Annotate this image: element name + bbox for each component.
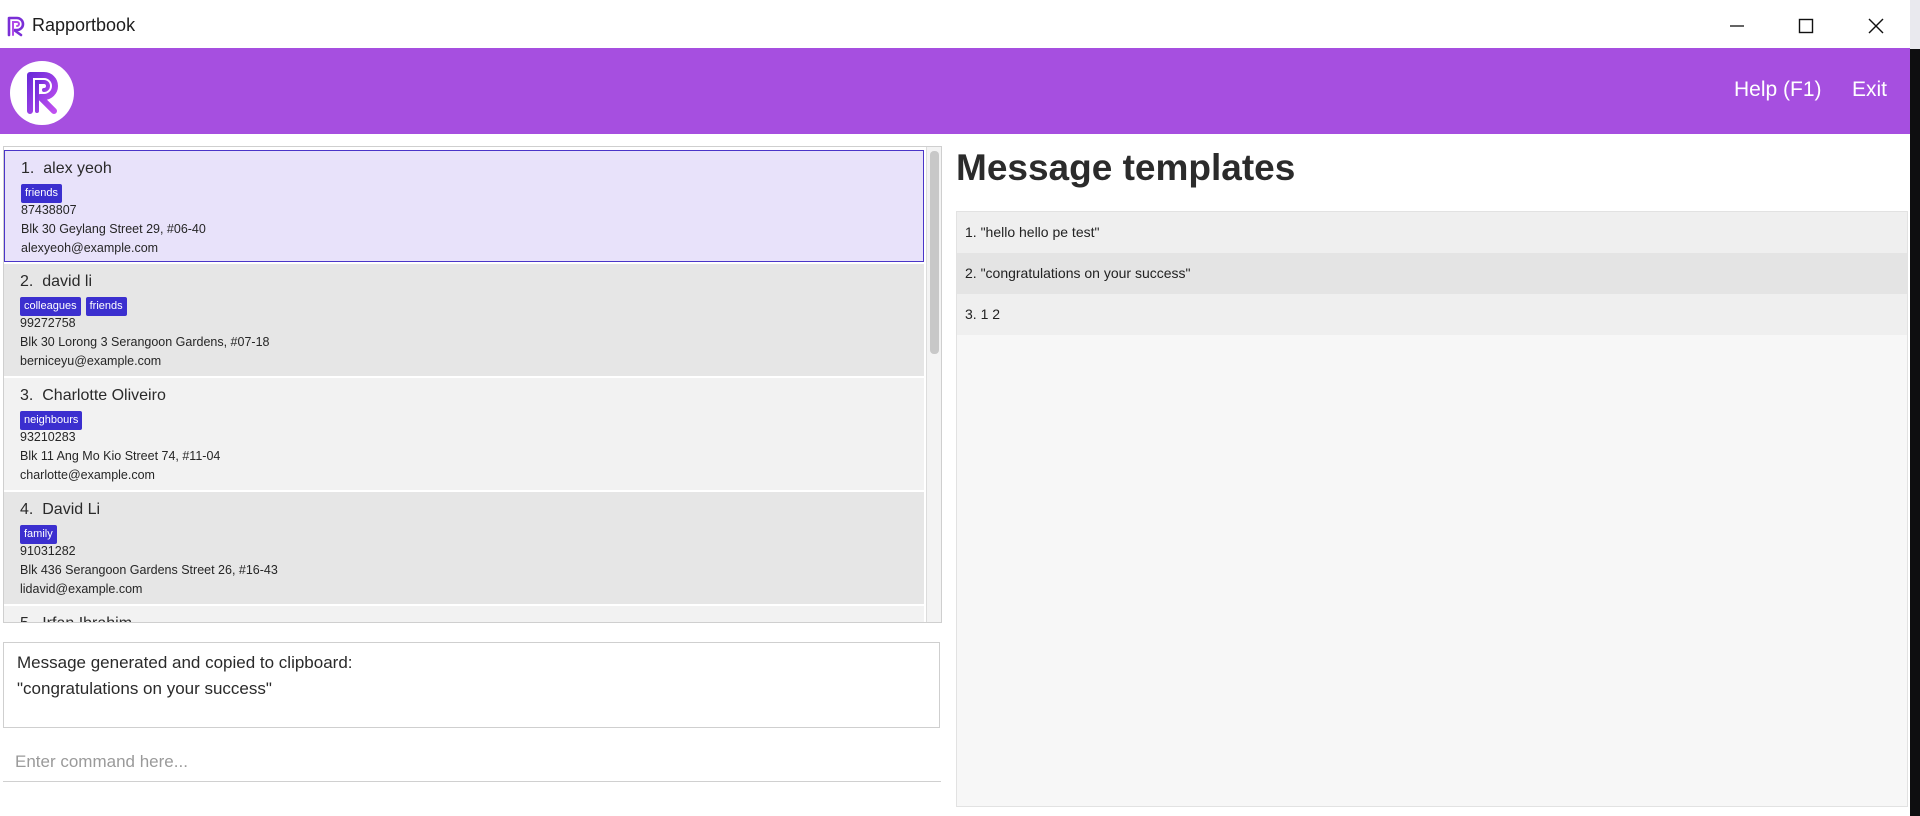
person-phone: 91031282 (20, 544, 76, 558)
person-address: Blk 436 Serangoon Gardens Street 26, #16… (20, 563, 278, 577)
person-address: Blk 30 Geylang Street 29, #06-40 (21, 222, 206, 236)
tag-list: friends (21, 184, 63, 203)
templates-title: Message templates (956, 147, 1296, 188)
command-input[interactable] (3, 742, 941, 782)
window-title: Rapportbook (32, 15, 136, 35)
tag: family (20, 525, 57, 544)
person-phone: 93210283 (20, 430, 76, 444)
title-bar[interactable]: Rapportbook (0, 4, 1910, 48)
tag-list: neighbours (20, 411, 83, 430)
person-email: lidavid@example.com (20, 582, 143, 596)
maximize-icon (1798, 18, 1814, 34)
tag: friends (85, 297, 127, 316)
result-message-detail: "congratulations on your success" (17, 679, 272, 698)
person-address: Blk 11 Ang Mo Kio Street 74, #11-04 (20, 449, 221, 463)
close-icon (1868, 18, 1884, 34)
template-item[interactable]: 2. "congratulations on your success" (957, 253, 1907, 294)
app-window: Rapportbook Help (F1) Exit 1. alex yeoh … (0, 4, 1910, 816)
person-email: berniceyu@example.com (20, 354, 162, 368)
close-button[interactable] (1841, 4, 1910, 48)
maximize-button[interactable] (1771, 4, 1841, 48)
person-email: charlotte@example.com (20, 468, 155, 482)
menu-header: Help (F1) Exit (0, 48, 1910, 134)
template-list[interactable]: 1. "hello hello pe test" 2. "congratulat… (956, 211, 1908, 807)
person-phone: 87438807 (21, 203, 77, 217)
person-address: Blk 30 Lorong 3 Serangoon Gardens, #07-1… (20, 335, 270, 349)
tag: neighbours (20, 411, 83, 430)
tag-list: colleagues friends (20, 297, 127, 316)
person-name: 1. alex yeoh (21, 160, 112, 177)
person-card[interactable]: 5. Irfan Ibrahim (4, 606, 924, 622)
minimize-icon (1730, 25, 1744, 27)
rapportbook-logo-icon (7, 16, 25, 37)
person-card[interactable]: 1. alex yeoh friends 87438807 Blk 30 Gey… (4, 150, 924, 262)
person-card[interactable]: 3. Charlotte Oliveiro neighbours 9321028… (4, 378, 924, 490)
exit-menu[interactable]: Exit (1852, 78, 1887, 102)
desktop-background (1910, 0, 1920, 816)
rapportbook-logo-icon (27, 72, 58, 114)
template-item[interactable]: 3. 1 2 (957, 294, 1907, 335)
person-name: 2. david li (20, 273, 93, 290)
person-name: 3. Charlotte Oliveiro (20, 387, 166, 404)
minimize-button[interactable] (1702, 4, 1772, 48)
person-name: 4. David Li (20, 501, 101, 518)
person-card[interactable]: 2. david li colleagues friends 99272758 … (4, 264, 924, 376)
person-email: alexyeoh@example.com (21, 241, 159, 255)
tag: colleagues (20, 297, 81, 316)
person-name: 5. Irfan Ibrahim (20, 615, 132, 622)
app-logo (10, 61, 74, 125)
person-list[interactable]: 1. alex yeoh friends 87438807 Blk 30 Gey… (3, 146, 942, 623)
help-menu[interactable]: Help (F1) (1734, 78, 1822, 102)
result-display: Message generated and copied to clipboar… (3, 642, 940, 728)
person-list-scrollbar[interactable] (926, 147, 941, 622)
tag-list: family (20, 525, 57, 544)
scrollbar-thumb[interactable] (930, 151, 939, 354)
tag: friends (21, 184, 63, 203)
result-message: Message generated and copied to clipboar… (17, 653, 353, 672)
person-phone: 99272758 (20, 316, 76, 330)
template-item[interactable]: 1. "hello hello pe test" (957, 212, 1907, 253)
person-card[interactable]: 4. David Li family 91031282 Blk 436 Sera… (4, 492, 924, 604)
